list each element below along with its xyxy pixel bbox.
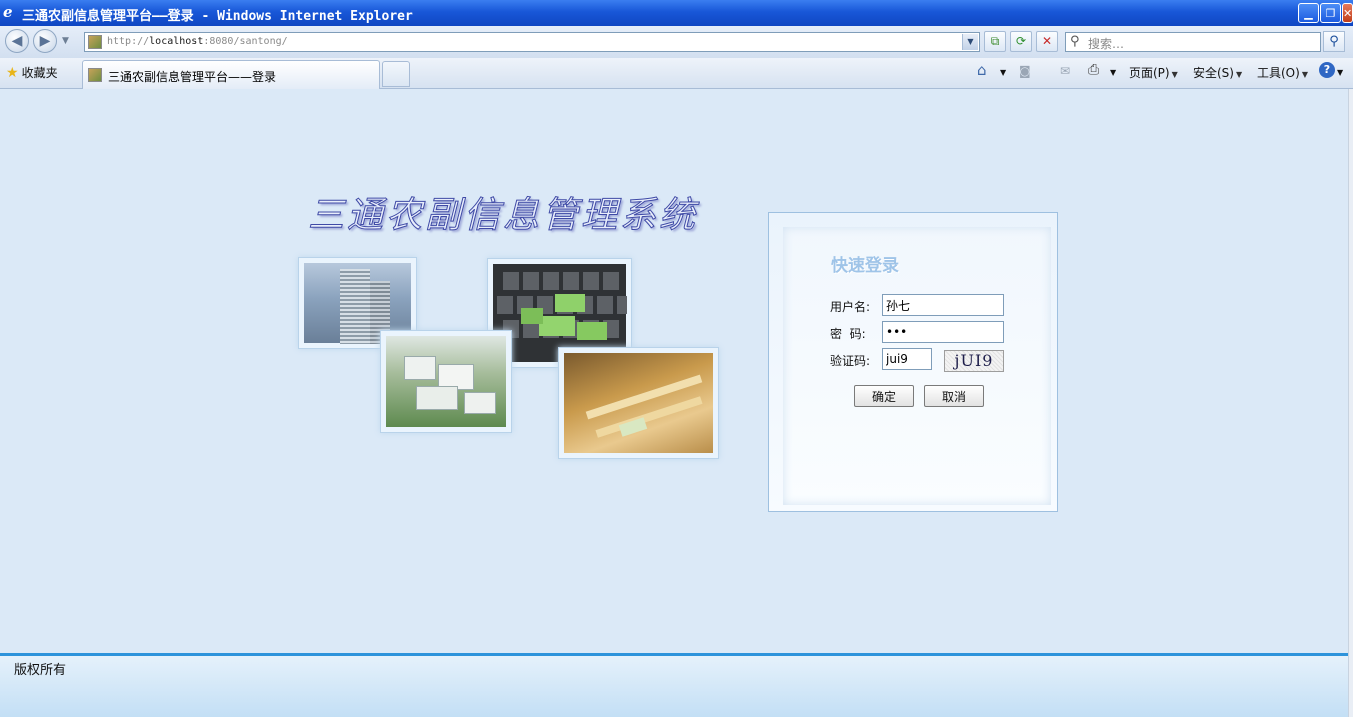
- chevron-down-icon: ▼: [1171, 70, 1178, 79]
- compatibility-view-button[interactable]: ⧉: [984, 31, 1006, 52]
- url-host: localhost: [149, 36, 204, 47]
- username-label: 用户名:: [830, 300, 871, 314]
- password-input[interactable]: [882, 321, 1004, 343]
- search-placeholder: 搜索…: [1088, 37, 1125, 51]
- folders-image: [564, 353, 713, 453]
- captcha-input[interactable]: [882, 348, 932, 370]
- new-tab-button[interactable]: [382, 61, 410, 87]
- page-menu[interactable]: 页面(P) ▼: [1129, 64, 1178, 81]
- address-bar[interactable]: http://localhost:8080/santong/ ▼: [84, 32, 980, 52]
- help-icon[interactable]: ?: [1319, 62, 1335, 78]
- print-icon[interactable]: ⎙: [1088, 62, 1099, 78]
- title-bar: e 三通农副信息管理平台——登录 - Windows Internet Expl…: [0, 0, 1353, 26]
- campus-image: [386, 336, 506, 427]
- tab-label: 三通农副信息管理平台——登录: [108, 70, 277, 84]
- home-dropdown-icon[interactable]: ▼: [1000, 68, 1006, 77]
- tab-active[interactable]: 三通农副信息管理平台——登录: [82, 60, 380, 89]
- password-label: 密 码:: [830, 327, 866, 341]
- copyright-text: 版权所有: [14, 663, 67, 678]
- search-box[interactable]: ⚲ 搜索…: [1065, 32, 1321, 52]
- ie-logo-icon: e: [3, 3, 13, 21]
- chevron-down-icon: ▼: [1235, 70, 1243, 79]
- footer: 版权所有: [0, 653, 1348, 717]
- address-url[interactable]: http://localhost:8080/santong/: [107, 36, 288, 47]
- navigation-bar: ◀ ▶ ▼ http://localhost:8080/santong/ ▼ ⧉…: [0, 26, 1353, 58]
- help-dropdown-icon[interactable]: ▼: [1337, 68, 1343, 77]
- system-banner-title: 三通农副信息管理系统: [307, 195, 699, 237]
- history-dropdown-icon[interactable]: ▼: [62, 36, 69, 46]
- close-window-button[interactable]: ✕: [1342, 3, 1353, 23]
- window-title: 三通农副信息管理平台——登录 - Windows Internet Explor…: [22, 9, 413, 24]
- minimize-button[interactable]: ▁: [1298, 3, 1319, 23]
- login-heading: 快速登录: [831, 256, 899, 276]
- page-favicon-icon: [88, 35, 102, 49]
- forward-button[interactable]: ▶: [33, 29, 57, 53]
- mail-icon[interactable]: ✉: [1060, 64, 1070, 78]
- favorites-button[interactable]: ★ 收藏夹: [6, 64, 58, 81]
- restore-button[interactable]: ❐: [1320, 3, 1341, 23]
- back-button[interactable]: ◀: [5, 29, 29, 53]
- stop-button[interactable]: ✕: [1036, 31, 1058, 52]
- cancel-button[interactable]: 取消: [924, 385, 984, 407]
- safety-menu[interactable]: 安全(S) ▼: [1193, 64, 1242, 81]
- address-dropdown-button[interactable]: ▼: [962, 34, 978, 50]
- home-icon[interactable]: ⌂: [977, 61, 987, 79]
- captcha-label: 验证码:: [830, 354, 871, 368]
- captcha-image[interactable]: jUI9: [944, 350, 1004, 372]
- feeds-icon[interactable]: ◙: [1019, 64, 1031, 78]
- tab-favicon-icon: [88, 68, 102, 82]
- tab-bar: ★ 收藏夹 三通农副信息管理平台——登录 ⌂ ▼ ◙ ✉ ⎙ ▼ 页面(P) ▼ 安…: [0, 58, 1353, 89]
- search-button[interactable]: ⚲: [1323, 31, 1345, 52]
- tools-menu[interactable]: 工具(O) ▼: [1257, 64, 1308, 81]
- folders-photo: [558, 347, 719, 459]
- username-input[interactable]: [882, 294, 1004, 316]
- print-dropdown-icon[interactable]: ▼: [1110, 68, 1116, 77]
- campus-photo: [380, 330, 512, 433]
- scrollbar[interactable]: [1348, 89, 1353, 717]
- star-icon: ★: [6, 65, 19, 81]
- refresh-button[interactable]: ⟳: [1010, 31, 1032, 52]
- chevron-down-icon: ▼: [1301, 70, 1308, 79]
- login-panel: 快速登录 用户名: 密 码: 验证码: jUI9 确定 取消: [768, 212, 1058, 512]
- confirm-button[interactable]: 确定: [854, 385, 914, 407]
- search-icon: ⚲: [1070, 34, 1080, 49]
